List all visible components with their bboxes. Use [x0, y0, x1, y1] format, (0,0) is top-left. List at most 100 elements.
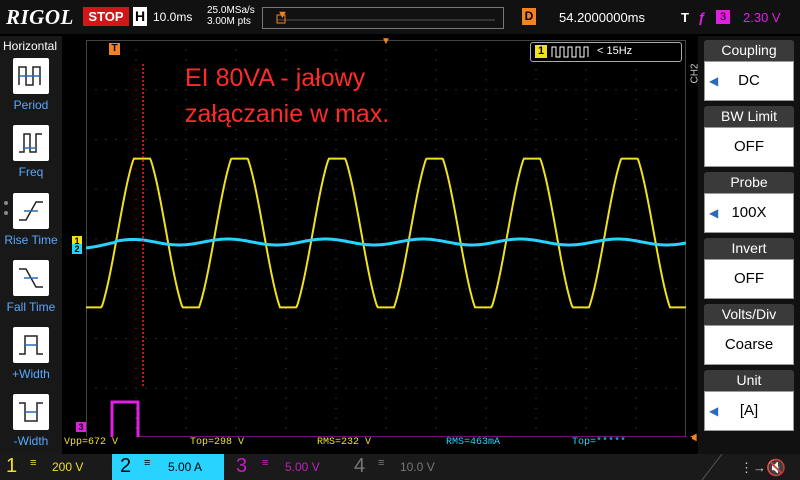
grid-dot [135, 367, 137, 369]
grid-dot [375, 288, 377, 290]
grid-dot [145, 338, 147, 339]
grid-dot [545, 338, 547, 339]
grid-dot [485, 427, 487, 429]
grid-dot [535, 258, 537, 260]
grid-dot [565, 238, 567, 240]
invert-menu[interactable]: Invert OFF [704, 238, 794, 300]
grid-dot [185, 357, 187, 359]
grid-dot [185, 148, 187, 150]
grid-dot [385, 228, 387, 230]
ch2-scale: 5.00 A [168, 460, 203, 474]
timebase-value[interactable]: 10.0ms [153, 10, 192, 24]
ch2-offset-marker[interactable]: 2 [72, 244, 82, 254]
coupling-value-text: DC [738, 72, 760, 89]
trigger-indicator: T [681, 10, 689, 25]
grid-dot [295, 188, 297, 190]
grid-dot [195, 288, 197, 290]
negative-width-button[interactable] [13, 394, 49, 430]
grid-dot [485, 188, 487, 190]
grid-dot [385, 407, 387, 409]
delay-value[interactable]: 54.2000000ms [559, 10, 645, 25]
grid-dot [585, 89, 587, 91]
grid-dot [375, 387, 377, 389]
trigger-level[interactable]: 2.30 V [743, 10, 781, 25]
ch4-number[interactable]: 4 [354, 455, 365, 478]
grid-dot [415, 188, 417, 190]
fall-time-icon [19, 268, 43, 288]
grid-dot [285, 218, 287, 220]
grid-dot [325, 139, 327, 140]
frequency-counter-badge: 1 < 15Hz [530, 42, 682, 62]
grid-dot [315, 188, 317, 190]
trigger-position-marker[interactable]: T [109, 43, 120, 55]
ch3-offset-marker[interactable]: 3 [76, 422, 86, 432]
ch2-selected-highlight[interactable]: 2 ≡ 5.00 A [112, 454, 224, 480]
grid-dot [535, 367, 537, 369]
grid-dot [285, 238, 287, 240]
grid-dot [245, 338, 247, 339]
grid-dot [485, 328, 487, 330]
ch1-number[interactable]: 1 [6, 455, 17, 478]
grid-dot [535, 218, 537, 220]
grid-dot [125, 387, 127, 389]
ch4-scale[interactable]: 10.0 V [400, 460, 435, 474]
probe-menu[interactable]: Probe ◀ 100X [704, 172, 794, 234]
grid-dot [585, 208, 587, 210]
unit-menu[interactable]: Unit ◀ [A] [704, 370, 794, 432]
coupling-title: Coupling [704, 40, 794, 61]
invert-value[interactable]: OFF [704, 259, 794, 299]
grid-dot [255, 387, 257, 389]
grid-dot [435, 228, 437, 230]
fall-time-button[interactable] [13, 260, 49, 296]
grid-dot [465, 387, 467, 389]
ch3-number[interactable]: 3 [236, 455, 247, 478]
grid-dot [655, 188, 657, 190]
grid-dot [185, 248, 187, 250]
grid-dot [385, 427, 387, 429]
volts-div-menu[interactable]: Volts/Div Coarse [704, 304, 794, 366]
grid-dot [505, 89, 507, 91]
grid-dot [665, 387, 667, 389]
grid-dot [125, 288, 127, 290]
rise-time-label: Rise Time [4, 233, 58, 247]
run-stop-status[interactable]: STOP [83, 7, 129, 26]
volts-div-value[interactable]: Coarse [704, 325, 794, 365]
grid-dot [585, 168, 587, 170]
freq-button[interactable] [13, 125, 49, 161]
grid-dot [585, 288, 587, 290]
grid-dot [555, 387, 557, 389]
grid-dot [265, 338, 267, 339]
channel-menu-panel: Coupling ◀ DC BW Limit OFF Probe ◀ 100X In… [698, 36, 800, 454]
ch3-scale[interactable]: 5.00 V [285, 460, 320, 474]
coupling-menu[interactable]: Coupling ◀ DC [704, 40, 794, 102]
period-button[interactable] [13, 58, 49, 94]
grid-dot [385, 248, 387, 250]
grid-dot [635, 69, 637, 71]
grid-dot [485, 178, 487, 180]
grid-dot [435, 139, 437, 140]
grid-dot [375, 139, 377, 140]
bw-limit-menu[interactable]: BW Limit OFF [704, 106, 794, 168]
grid-dot [325, 188, 327, 190]
ch1-scale[interactable]: 200 V [52, 460, 83, 474]
grid-dot [275, 139, 277, 140]
grid-dot [655, 139, 657, 140]
grid-dot [235, 288, 237, 290]
grid-dot [375, 188, 377, 190]
grid-dot [495, 238, 497, 240]
grid-dot [185, 427, 187, 429]
unit-value[interactable]: ◀ [A] [704, 391, 794, 431]
grid-dot [185, 298, 187, 300]
grid-dot [285, 49, 287, 51]
grid-dot [515, 338, 517, 339]
bw-limit-value[interactable]: OFF [704, 127, 794, 167]
grid-dot [535, 139, 537, 140]
grid-dot [385, 268, 387, 270]
grid-dot [335, 208, 337, 210]
rise-time-button[interactable] [13, 193, 49, 229]
grid-dot [635, 218, 637, 220]
probe-value[interactable]: ◀ 100X [704, 193, 794, 233]
coupling-value[interactable]: ◀ DC [704, 61, 794, 101]
grid-dot [165, 238, 167, 240]
positive-width-button[interactable] [13, 327, 49, 363]
